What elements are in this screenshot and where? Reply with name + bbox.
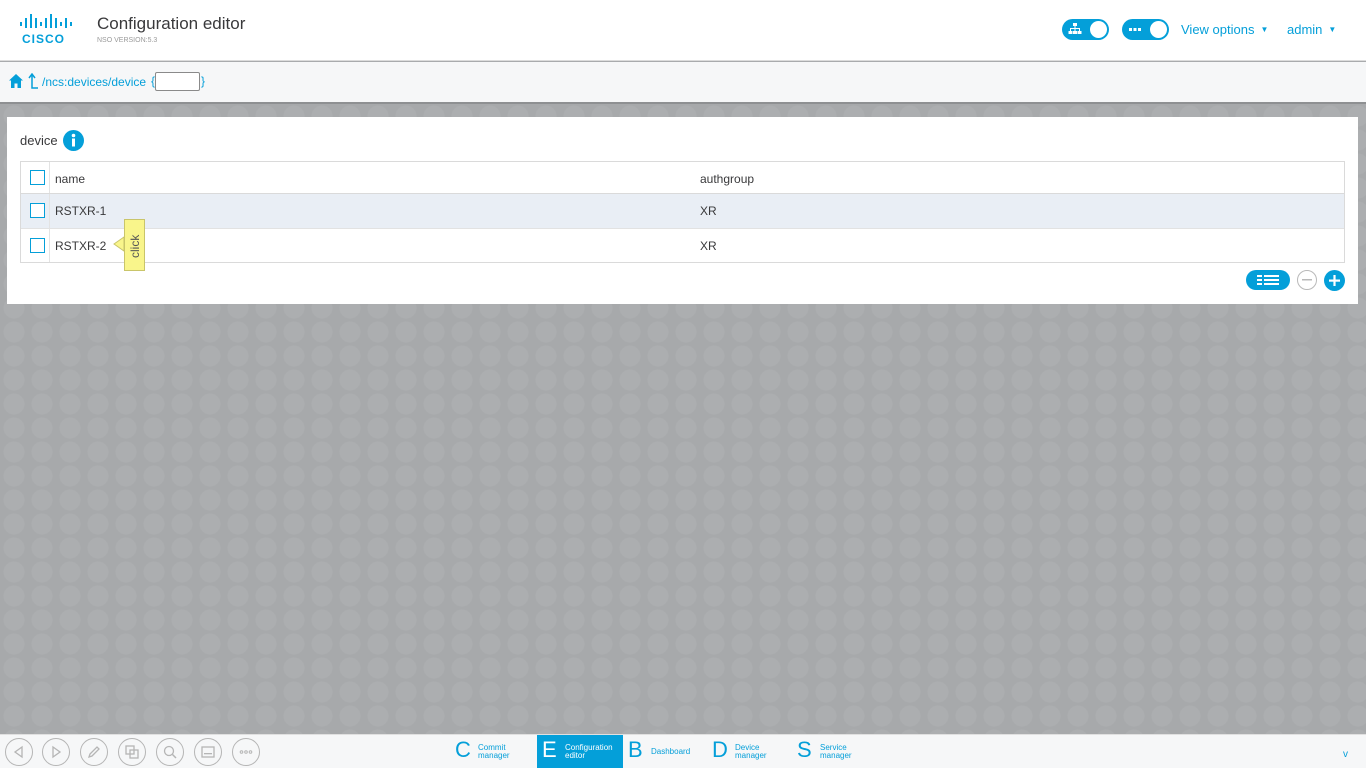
user-label: admin — [1287, 22, 1323, 37]
tab-dashboard[interactable]: B Dashboard — [623, 735, 709, 768]
plus-icon — [1329, 275, 1340, 286]
back-button[interactable] — [5, 738, 33, 766]
window-icon — [201, 746, 215, 758]
terminal-button[interactable] — [194, 738, 222, 766]
more-button[interactable] — [232, 738, 260, 766]
row-checkbox[interactable] — [30, 238, 45, 253]
table-row[interactable]: RSTXR-1 XR — [21, 194, 1344, 228]
tab-label: Service manager — [820, 743, 852, 760]
copy-icon — [125, 745, 139, 759]
tab-letter: E — [542, 737, 557, 762]
table-row[interactable]: RSTXR-2 XR — [21, 228, 1344, 262]
device-list-panel: device name authgroup RSTXR-1 XR RSTXR-2… — [7, 117, 1358, 304]
app-title: Configuration editor — [97, 14, 246, 33]
caret-down-icon: ▼ — [1328, 25, 1337, 34]
info-icon[interactable] — [63, 130, 84, 151]
view-options-label: View options — [1181, 22, 1255, 37]
brand-text: CISCO — [22, 32, 66, 46]
bottom-toolbar: C Commit manager E Configuration editor B … — [0, 734, 1366, 768]
tab-device-manager[interactable]: D Device manager — [707, 735, 793, 768]
click-hint-tooltip: click — [124, 219, 145, 271]
toggle-knob — [1150, 21, 1167, 38]
cisco-logo: CISCO — [20, 14, 72, 46]
column-header-name[interactable]: name — [55, 172, 85, 186]
row-checkbox[interactable] — [30, 203, 45, 218]
tab-label: Configuration editor — [565, 743, 613, 760]
hierarchy-toggle[interactable] — [1062, 19, 1109, 40]
device-table: name authgroup RSTXR-1 XR RSTXR-2 XR — [20, 161, 1345, 263]
list-icon — [1257, 275, 1279, 285]
triangle-left-icon — [13, 745, 23, 759]
ellipsis-icon — [1129, 28, 1141, 31]
expand-caret-icon[interactable]: v — [1343, 749, 1348, 760]
forward-button[interactable] — [42, 738, 70, 766]
tooltip-arrow-icon — [113, 236, 125, 252]
tab-service-manager[interactable]: S Service manager — [792, 735, 878, 768]
breadcrumb: /ncs:devices/device { } — [0, 62, 1366, 104]
app-header: CISCO Configuration editor NSO VERSION:5… — [0, 0, 1366, 61]
tab-commit-manager[interactable]: C Commit manager — [450, 735, 536, 768]
tab-letter: C — [455, 737, 471, 762]
column-header-authgroup[interactable]: authgroup — [700, 172, 754, 186]
search-icon — [163, 745, 177, 759]
hierarchy-icon — [1068, 23, 1082, 34]
more-dots-icon — [239, 750, 253, 754]
select-all-checkbox[interactable] — [30, 170, 45, 185]
close-brace: } — [201, 74, 206, 88]
search-button[interactable] — [156, 738, 184, 766]
view-options-menu[interactable]: View options ▼ — [1181, 22, 1268, 37]
tab-letter: S — [797, 737, 812, 762]
remove-row-button[interactable] — [1297, 270, 1317, 290]
tooltip-text: click — [128, 234, 142, 258]
list-view-button[interactable] — [1246, 270, 1290, 290]
minus-icon — [1302, 279, 1312, 281]
table-header-row: name authgroup — [21, 162, 1344, 194]
add-row-button[interactable] — [1324, 270, 1345, 291]
details-toggle[interactable] — [1122, 19, 1169, 40]
column-divider — [49, 162, 50, 193]
device-key-input[interactable] — [155, 72, 200, 91]
authgroup-cell: XR — [700, 204, 717, 218]
caret-down-icon: ▼ — [1260, 25, 1269, 34]
toggle-knob — [1090, 21, 1107, 38]
tab-label: Dashboard — [651, 747, 691, 756]
tab-letter: B — [628, 737, 643, 762]
tab-configuration-editor[interactable]: E Configuration editor — [537, 735, 623, 768]
user-menu[interactable]: admin ▼ — [1287, 22, 1336, 37]
copy-button[interactable] — [118, 738, 146, 766]
home-icon[interactable] — [9, 74, 23, 88]
column-divider — [49, 229, 50, 262]
up-level-icon[interactable] — [27, 73, 39, 89]
column-divider — [49, 194, 50, 228]
panel-title: device — [20, 133, 58, 148]
edit-button[interactable] — [80, 738, 108, 766]
breadcrumb-path[interactable]: /ncs:devices/device — [42, 75, 146, 89]
pencil-icon — [87, 746, 100, 759]
tab-label: Device manager — [735, 743, 767, 760]
app-version: NSO VERSION:5.3 — [97, 37, 158, 44]
triangle-right-icon — [52, 745, 62, 759]
authgroup-cell: XR — [700, 239, 717, 253]
tab-label: Commit manager — [478, 743, 510, 760]
device-name-cell[interactable]: RSTXR-1 — [55, 204, 106, 218]
device-name-cell[interactable]: RSTXR-2 — [55, 239, 106, 253]
tab-letter: D — [712, 737, 728, 762]
